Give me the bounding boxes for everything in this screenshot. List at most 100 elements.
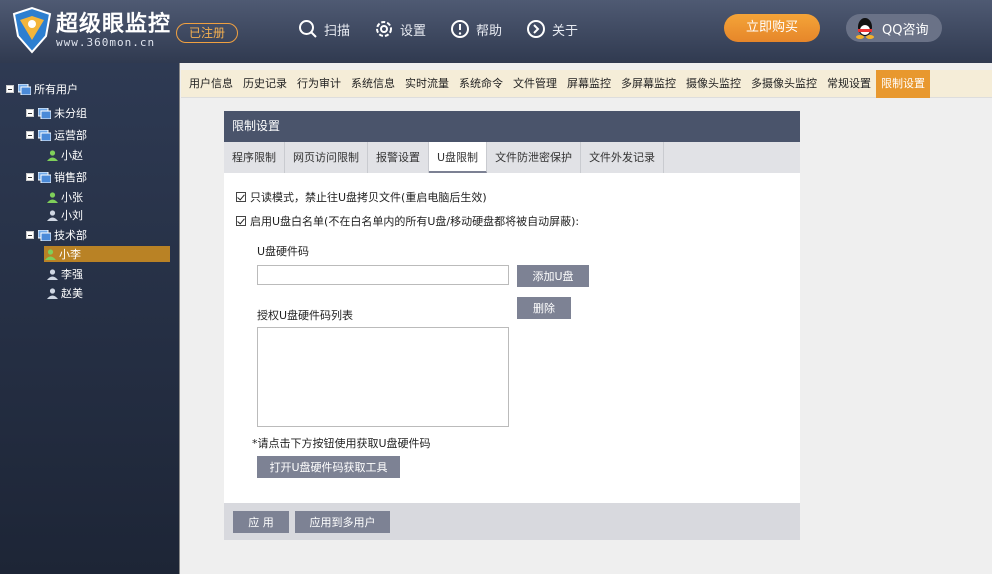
readonly-mode-row[interactable]: 只读模式，禁止往U盘拷贝文件(重启电脑后生效) [236,189,487,205]
authorized-list-label: 授权U盘硬件码列表 [257,309,354,322]
tab-usb-restriction[interactable]: U盘限制 [429,142,488,173]
tree-label: 运营部 [54,129,87,142]
apply-button[interactable]: 应 用 [233,511,289,533]
nav-settings[interactable]: 设置 [374,18,426,40]
action-footer: 应 用 应用到多用户 [224,503,800,540]
restriction-tabs: 程序限制 网页访问限制 报警设置 U盘限制 文件防泄密保护 文件外发记录 [224,142,800,173]
menu-system-info[interactable]: 系统信息 [346,70,400,98]
whitelist-checkbox[interactable] [236,216,246,226]
menu-screen-monitor[interactable]: 屏幕监控 [562,70,616,98]
menu-user-info[interactable]: 用户信息 [184,70,238,98]
brand-name: 超级眼监控 [56,12,172,37]
tab-file-outgoing-records[interactable]: 文件外发记录 [581,142,665,173]
nav-help-label: 帮助 [476,23,503,39]
search-icon [299,20,317,38]
open-hardware-code-tool-button[interactable]: 打开U盘硬件码获取工具 [257,456,400,478]
computer-group-icon [38,229,51,241]
tree-node-sales[interactable]: 销售部 [26,169,87,185]
buy-now-button[interactable]: 立即购买 [724,14,820,42]
menu-general-settings[interactable]: 常规设置 [822,70,876,98]
tree-node-user[interactable]: 赵美 [46,285,83,301]
brand: 超级眼监控 www.360mon.cn [56,6,171,49]
tree-label: 小张 [61,191,83,204]
collapse-toggle-icon[interactable] [26,131,34,139]
collapse-toggle-icon[interactable] [26,109,34,117]
apply-to-multiple-users-button[interactable]: 应用到多用户 [295,511,390,533]
app-header: 超级眼监控 www.360mon.cn 已注册 扫描 设置 帮助 关于 立即购买… [0,0,992,63]
collapse-toggle-icon[interactable] [26,173,34,181]
restriction-settings-panel: 限制设置 程序限制 网页访问限制 报警设置 U盘限制 文件防泄密保护 文件外发记… [224,111,800,540]
nav-about[interactable]: 关于 [526,18,578,40]
tree-node-user-selected[interactable]: 小李 [44,246,170,262]
tab-web-access-restriction[interactable]: 网页访问限制 [285,142,368,173]
menu-camera-monitor[interactable]: 摄像头监控 [681,70,746,98]
computer-group-icon [38,107,51,119]
tree-label: 所有用户 [34,83,78,96]
add-usb-button[interactable]: 添加U盘 [517,265,589,287]
user-icon [47,268,58,280]
tree-label: 赵美 [61,287,83,300]
about-icon [527,20,546,38]
menu-behavior-audit[interactable]: 行为审计 [292,70,346,98]
user-icon [45,248,56,260]
help-icon [451,20,470,38]
menu-restriction-settings[interactable]: 限制设置 [876,69,930,98]
menu-multi-screen-monitor[interactable]: 多屏幕监控 [616,70,681,98]
user-icon [47,209,58,221]
menu-history[interactable]: 历史记录 [238,70,292,98]
tree-label: 销售部 [54,171,87,184]
computer-group-icon [38,129,51,141]
qq-consult-label: QQ咨询 [882,22,929,38]
hardware-code-input[interactable] [257,265,509,285]
menu-file-manager[interactable]: 文件管理 [508,70,562,98]
nav-settings-label: 设置 [400,23,427,39]
usb-restriction-body: 只读模式，禁止往U盘拷贝文件(重启电脑后生效) 启用U盘白名单(不在白名单内的所… [224,173,800,502]
menu-system-command[interactable]: 系统命令 [454,70,508,98]
tree-node-operations[interactable]: 运营部 [26,127,87,143]
panel-title: 限制设置 [224,111,800,142]
tree-node-user[interactable]: 小赵 [46,147,83,163]
qq-consult-button[interactable]: QQ咨询 [846,14,942,42]
tab-alarm-settings[interactable]: 报警设置 [368,142,429,173]
readonly-mode-label: 只读模式，禁止往U盘拷贝文件(重启电脑后生效) [250,191,487,204]
tab-file-leak-protection[interactable]: 文件防泄密保护 [487,142,582,173]
user-icon [47,191,58,203]
nav-scan[interactable]: 扫描 [298,18,350,40]
user-tree-sidebar: 所有用户 未分组 运营部 小赵 销售部 小张 小刘 技术部 小李 李强 赵美 [0,63,180,574]
tree-node-tech[interactable]: 技术部 [26,227,87,243]
tree-label: 李强 [61,268,83,281]
top-nav: 扫描 设置 帮助 关于 [298,18,602,40]
tab-program-restriction[interactable]: 程序限制 [224,142,285,173]
computer-group-icon [18,83,31,95]
tree-label: 小赵 [61,149,83,162]
registered-badge: 已注册 [176,23,238,43]
tree-node-user[interactable]: 小张 [46,189,83,205]
user-icon [47,287,58,299]
delete-usb-button[interactable]: 删除 [517,297,571,319]
whitelist-row[interactable]: 启用U盘白名单(不在白名单内的所有U盘/移动硬盘都将被自动屏蔽): [236,213,579,229]
nav-help[interactable]: 帮助 [450,18,502,40]
tree-label: 小刘 [61,209,83,222]
whitelist-label: 启用U盘白名单(不在白名单内的所有U盘/移动硬盘都将被自动屏蔽): [250,215,580,228]
hint-text: *请点击下方按钮使用获取U盘硬件码 [252,437,431,450]
readonly-mode-checkbox[interactable] [236,192,246,202]
tree-node-user[interactable]: 小刘 [46,207,83,223]
nav-about-label: 关于 [552,23,579,39]
tree-node-all-users[interactable]: 所有用户 [6,81,78,97]
brand-url: www.360mon.cn [56,36,156,49]
tree-label: 未分组 [54,107,87,120]
qq-penguin-icon [856,18,874,39]
authorized-usb-list[interactable] [257,327,509,427]
tree-node-user[interactable]: 李强 [46,266,83,282]
user-icon [47,149,58,161]
nav-scan-label: 扫描 [324,23,351,39]
menu-realtime-traffic[interactable]: 实时流量 [400,70,454,98]
collapse-toggle-icon[interactable] [26,231,34,239]
tree-node-ungrouped[interactable]: 未分组 [26,105,87,121]
menu-multi-camera-monitor[interactable]: 多摄像头监控 [746,70,822,98]
function-menu-bar: 用户信息 历史记录 行为审计 系统信息 实时流量 系统命令 文件管理 屏幕监控 … [181,69,992,98]
collapse-toggle-icon[interactable] [6,85,14,93]
gear-icon [376,21,393,37]
tree-label: 小李 [59,248,81,261]
tree-label: 技术部 [54,229,87,242]
